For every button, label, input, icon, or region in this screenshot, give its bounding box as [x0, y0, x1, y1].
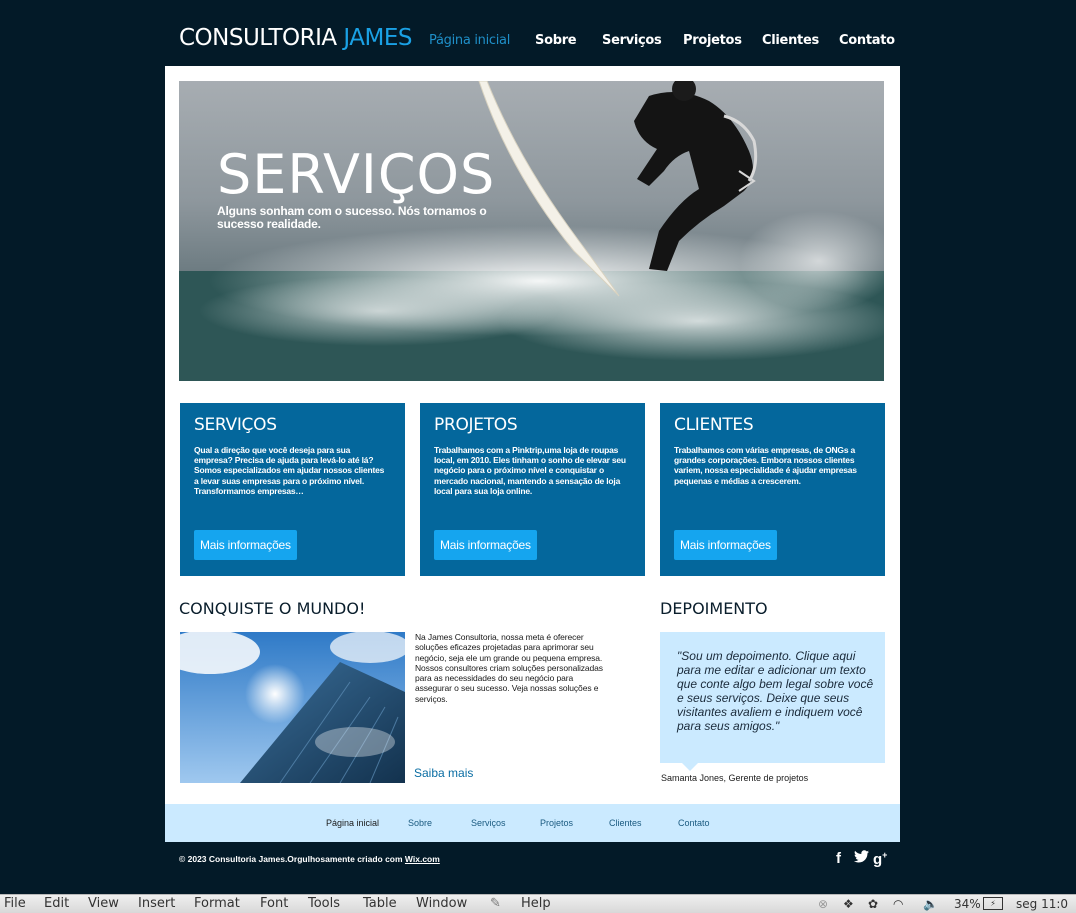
menu-help[interactable]: Help — [521, 896, 551, 911]
testimonial-box: "Sou um depoimento. Clique aqui para me … — [660, 632, 885, 771]
nav-about[interactable]: Sobre — [535, 33, 577, 48]
conquer-title: CONQUISTE O MUNDO! — [179, 599, 366, 618]
script-icon[interactable]: ✎ — [490, 896, 501, 911]
close-circle-icon[interactable]: ⊗ — [818, 897, 828, 911]
surfer-image — [179, 81, 884, 381]
hero-subtitle: Alguns sonham com o sucesso. Nós tornamo… — [217, 204, 487, 231]
nav-home[interactable]: Página inicial — [429, 33, 510, 48]
menu-insert[interactable]: Insert — [138, 896, 175, 911]
projects-box-title: PROJETOS — [434, 415, 518, 435]
wix-link[interactable]: Wix.com — [405, 854, 440, 864]
battery-percent: 34% — [954, 897, 981, 911]
hero-title: SERVIÇOS — [217, 143, 496, 206]
nav-clients[interactable]: Clientes — [762, 33, 819, 48]
projects-box: PROJETOS Trabalhamos com a Pinktrip,uma … — [420, 403, 645, 576]
testimonial-author: Samanta Jones, Gerente de projetos — [661, 773, 809, 783]
services-more-button[interactable]: Mais informações — [194, 530, 297, 560]
nav-services[interactable]: Serviços — [602, 33, 662, 48]
hero-banner: SERVIÇOS Alguns sonham com o sucesso. Nó… — [179, 81, 884, 381]
conquer-text: Na James Consultoria, nossa meta é ofere… — [415, 632, 603, 704]
clients-box-title: CLIENTES — [674, 415, 754, 435]
site-logo[interactable]: CONSULTORIA JAMES — [179, 25, 413, 51]
projects-more-button[interactable]: Mais informações — [434, 530, 537, 560]
menu-format[interactable]: Format — [194, 896, 240, 911]
battery-icon[interactable]: ⚡ — [983, 897, 1003, 910]
footer-nav-home[interactable]: Página inicial — [326, 818, 379, 828]
footer-nav-contact[interactable]: Contato — [678, 818, 710, 828]
services-box-text: Qual a direção que você deseja para sua … — [194, 445, 385, 496]
nav-contact[interactable]: Contato — [839, 33, 895, 48]
page-content: SERVIÇOS Alguns sonham com o sucesso. Nó… — [165, 66, 900, 804]
dropbox-icon[interactable]: ❖ — [843, 897, 854, 911]
menu-table[interactable]: Table — [363, 896, 397, 911]
footer-nav-services[interactable]: Serviços — [471, 818, 506, 828]
projects-box-text: Trabalhamos com a Pinktrip,uma loja de r… — [434, 445, 626, 496]
clients-box: CLIENTES Trabalhamos com várias empresas… — [660, 403, 885, 576]
testimonial-text: "Sou um depoimento. Clique aqui para me … — [677, 649, 874, 733]
menu-edit[interactable]: Edit — [44, 896, 69, 911]
logo-accent: JAMES — [343, 25, 413, 51]
footer-nav-projects[interactable]: Projetos — [540, 818, 573, 828]
speech-tail — [682, 763, 698, 771]
clients-more-button[interactable]: Mais informações — [674, 530, 777, 560]
facebook-icon[interactable]: f — [836, 850, 841, 867]
menu-window[interactable]: Window — [416, 896, 467, 911]
os-menu-bar: File Edit View Insert Format Font Tools … — [0, 894, 1076, 913]
volume-icon[interactable]: 🔈 — [923, 897, 938, 911]
menu-font[interactable]: Font — [260, 896, 288, 911]
copyright: © 2023 Consultoria James.Orgulhosamente … — [179, 854, 440, 864]
menu-file[interactable]: File — [4, 896, 26, 911]
services-box: SERVIÇOS Qual a direção que você deseja … — [180, 403, 405, 576]
footer-nav: Página inicial Sobre Serviços Projetos C… — [165, 804, 900, 842]
building-image — [180, 632, 405, 783]
learn-more-link[interactable]: Saiba mais — [414, 766, 473, 780]
services-box-title: SERVIÇOS — [194, 415, 277, 435]
menu-tools[interactable]: Tools — [308, 896, 340, 911]
clients-box-text: Trabalhamos com várias empresas, de ONGs… — [674, 445, 857, 486]
nav-projects[interactable]: Projetos — [683, 33, 742, 48]
google-plus-icon[interactable]: g+ — [873, 850, 887, 868]
menu-view[interactable]: View — [88, 896, 119, 911]
wifi-icon[interactable]: ◠ — [893, 897, 903, 911]
copyright-text: © 2023 Consultoria James.Orgulhosamente … — [179, 854, 405, 864]
twitter-icon[interactable] — [854, 850, 869, 867]
footer-nav-about[interactable]: Sobre — [408, 818, 432, 828]
footer-nav-clients[interactable]: Clientes — [609, 818, 642, 828]
evernote-icon[interactable]: ✿ — [868, 897, 878, 911]
clock[interactable]: seg 11:0 — [1016, 897, 1068, 911]
logo-main: CONSULTORIA — [179, 25, 344, 51]
testimonial-title: DEPOIMENTO — [660, 599, 768, 618]
